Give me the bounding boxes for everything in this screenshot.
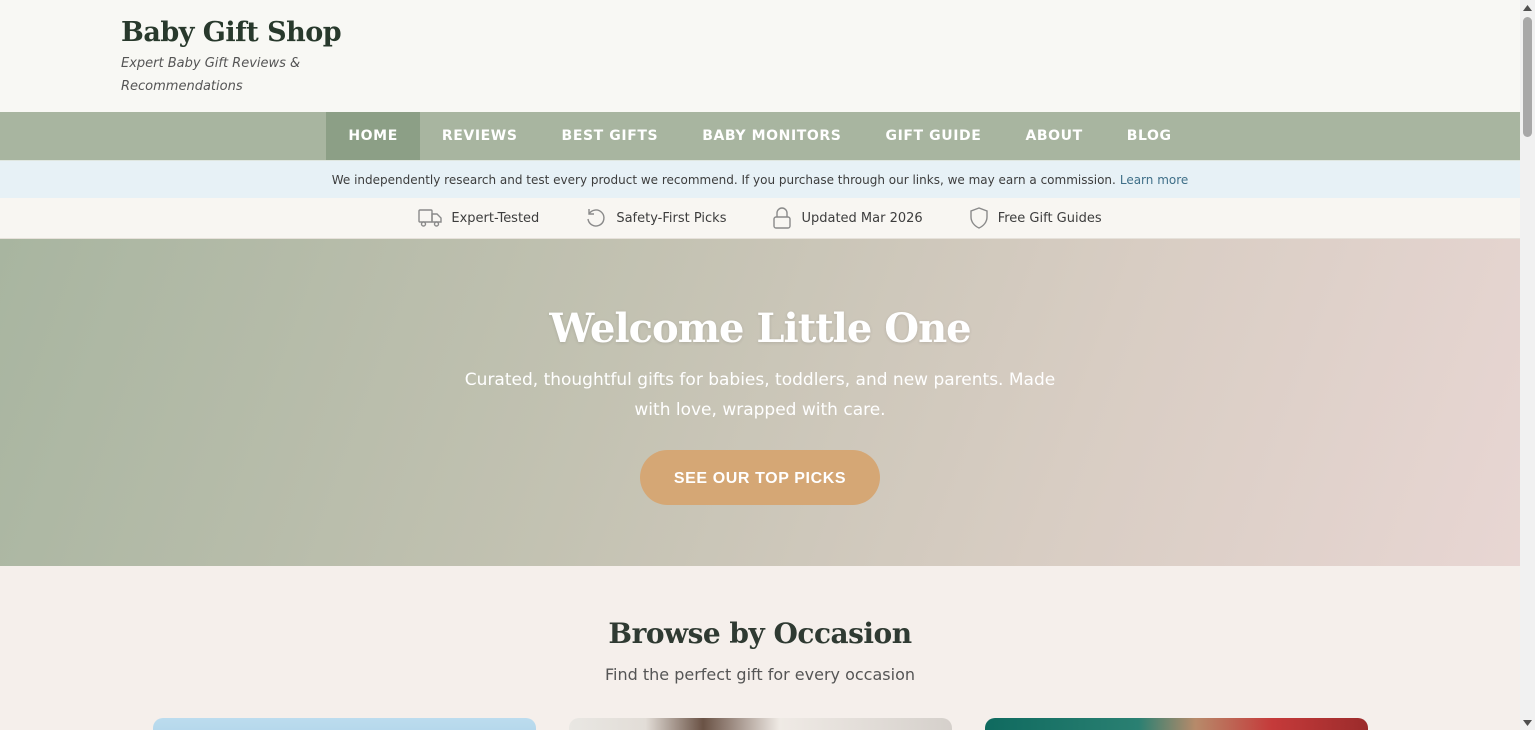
shield-icon (969, 207, 989, 229)
site-tagline: Expert Baby Gift Reviews & Recommendatio… (121, 56, 301, 94)
trust-item-expert-tested: Expert-Tested (418, 208, 539, 228)
trust-label: Updated Mar 2026 (801, 210, 923, 226)
site-header: Baby Gift Shop Expert Baby Gift Reviews … (0, 0, 1520, 112)
trust-item-safety-first: Safety-First Picks (585, 207, 726, 229)
hero-banner: Welcome Little One Curated, thoughtful g… (0, 239, 1520, 566)
trust-item-updated: Updated Mar 2026 (772, 207, 923, 229)
trust-label: Safety-First Picks (616, 210, 727, 226)
page-scrollbar[interactable] (1520, 0, 1535, 730)
hero-subtitle: Curated, thoughtful gifts for babies, to… (464, 370, 1056, 420)
disclosure-text: We independently research and test every… (331, 172, 1116, 187)
affiliate-disclosure: We independently research and test every… (0, 160, 1520, 198)
occasion-cards (153, 718, 1368, 730)
trust-bar: Expert-Tested Safety-First Picks Updated… (0, 198, 1520, 239)
nav-item-home[interactable]: HOME (326, 112, 420, 160)
truck-icon (418, 208, 443, 228)
scroll-down-arrow-icon[interactable] (1520, 715, 1535, 730)
scroll-up-arrow-icon[interactable] (1520, 0, 1535, 15)
learn-more-link[interactable]: Learn more (1120, 173, 1188, 187)
site-logo-title[interactable]: Baby Gift Shop (121, 16, 1520, 50)
nav-item-about[interactable]: ABOUT (1003, 112, 1104, 160)
nav-item-best-gifts[interactable]: BEST GIFTS (540, 112, 681, 160)
trust-label: Free Gift Guides (997, 210, 1102, 226)
lock-icon (772, 207, 792, 229)
occasion-card-image[interactable] (985, 718, 1368, 730)
trust-label: Expert-Tested (451, 210, 540, 226)
see-top-picks-button[interactable]: SEE OUR TOP PICKS (640, 450, 880, 505)
browse-by-occasion-section: Browse by Occasion Find the perfect gift… (0, 566, 1520, 686)
refresh-icon (585, 207, 607, 229)
section-title: Browse by Occasion (608, 617, 912, 650)
hero-title: Welcome Little One (549, 305, 971, 352)
nav-item-baby-monitors[interactable]: BABY MONITORS (680, 112, 863, 160)
trust-item-free-guides: Free Gift Guides (969, 207, 1102, 229)
nav-item-gift-guide[interactable]: GIFT GUIDE (863, 112, 1003, 160)
nav-item-reviews[interactable]: REVIEWS (420, 112, 540, 160)
main-nav: HOME REVIEWS BEST GIFTS BABY MONITORS GI… (0, 112, 1520, 160)
scrollbar-thumb[interactable] (1523, 17, 1532, 137)
section-subtitle: Find the perfect gift for every occasion (604, 665, 915, 684)
occasion-card-image[interactable] (569, 718, 952, 730)
nav-item-blog[interactable]: BLOG (1105, 112, 1194, 160)
page: Baby Gift Shop Expert Baby Gift Reviews … (0, 0, 1520, 730)
occasion-card-image[interactable] (153, 718, 536, 730)
